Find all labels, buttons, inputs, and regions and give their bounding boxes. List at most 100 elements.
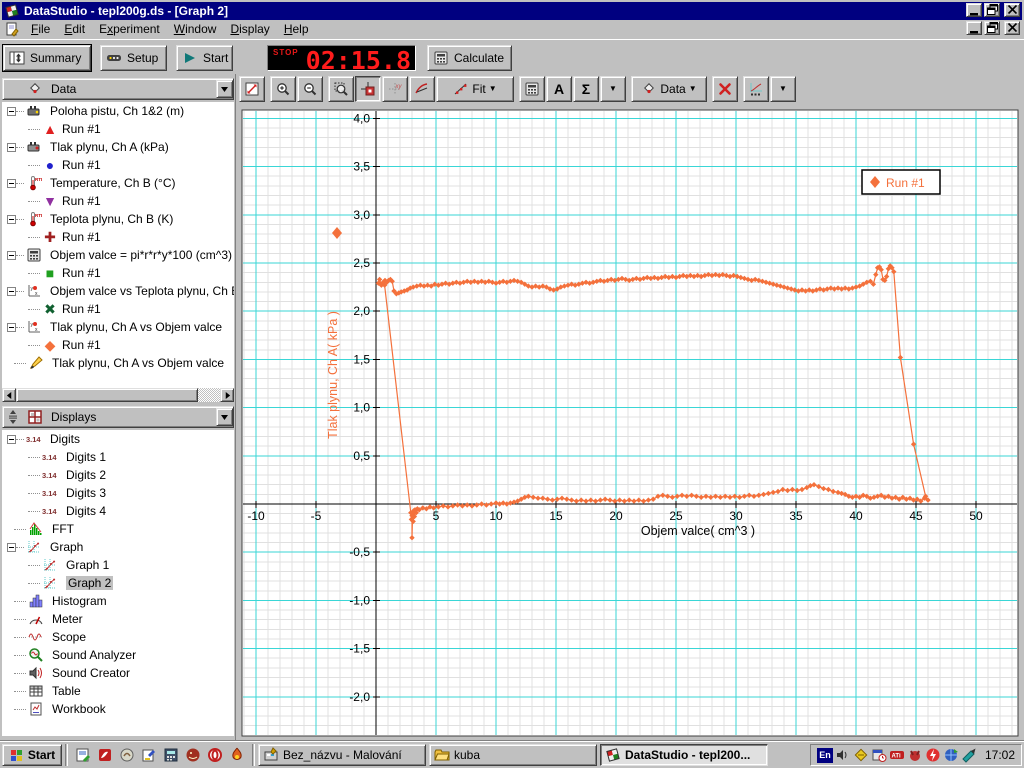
tray-devil-icon[interactable] (907, 747, 923, 763)
tray-scheduler-icon[interactable] (871, 747, 887, 763)
displays-tree-item[interactable]: 3.14 Digits (2, 430, 234, 448)
displays-tree-item[interactable]: Meter (2, 610, 234, 628)
displays-panel-header[interactable]: Displays (2, 406, 234, 428)
menu-display[interactable]: Display (223, 20, 276, 38)
displays-tree-item[interactable]: Workbook (2, 700, 234, 718)
setup-button[interactable]: Setup (100, 45, 167, 71)
graph-settings-menu-button[interactable]: ▼ (770, 75, 796, 102)
displays-tree-item[interactable]: 3.14 Digits 4 (2, 502, 234, 520)
scroll-left-arrow[interactable] (2, 388, 16, 402)
delete-button[interactable] (712, 75, 738, 102)
menu-edit[interactable]: Edit (57, 20, 92, 38)
calculator-button[interactable] (519, 75, 545, 102)
quick-launch-opera-icon[interactable] (207, 747, 223, 763)
data-panel-dropdown[interactable] (216, 80, 233, 98)
data-tree-item[interactable]: RTDTeplota plynu, Ch B (K) (2, 210, 234, 228)
displays-tree-item[interactable]: Graph 1 (2, 556, 234, 574)
data-tree-item[interactable]: ● Run #1 (2, 156, 234, 174)
xy-tool-button[interactable]: xy (382, 75, 408, 102)
tray-ati-icon[interactable]: ATi (889, 747, 905, 763)
zoom-in-button[interactable] (270, 75, 296, 102)
tray-globe-icon[interactable] (943, 747, 959, 763)
window-restore-button[interactable] (984, 2, 1000, 17)
task-button[interactable]: Bez_názvu - Malování (258, 744, 426, 766)
graph-display[interactable]: 4,0 3,5 3,0 2,5 2,0 1,5 1,0 0,5 -0,5 -1,0 -1,5 -2,0… (236, 103, 1024, 741)
displays-tree-item[interactable]: Graph (2, 538, 234, 556)
data-tree-item[interactable]: ◆ Run #1 (2, 336, 234, 354)
displays-tree-item[interactable]: Graph 2 (2, 574, 234, 592)
zoom-select-button[interactable] (328, 75, 354, 102)
menu-window[interactable]: Window (167, 20, 224, 38)
task-button[interactable]: kuba (429, 744, 597, 766)
expand-box[interactable] (7, 250, 16, 260)
quick-launch-writer-icon[interactable] (141, 747, 157, 763)
scroll-thumb[interactable] (16, 388, 198, 402)
document-restore-button[interactable] (984, 20, 1000, 35)
expand-box[interactable] (7, 434, 16, 444)
data-tree-hscrollbar[interactable] (2, 388, 234, 402)
displays-tree-item[interactable]: Table (2, 682, 234, 700)
expand-box[interactable] (7, 286, 16, 296)
tray-volume-icon[interactable] (835, 747, 851, 763)
start-menu-button[interactable]: Start (2, 744, 62, 766)
data-tree-item[interactable]: Objem valce = pi*r*r*y*100 (cm^3) (2, 246, 234, 264)
displays-tree-item[interactable]: FFT (2, 520, 234, 538)
data-menu-button[interactable]: Data ▼ (631, 75, 707, 102)
statistics-button[interactable]: Σ (573, 75, 599, 102)
data-tree-item[interactable]: ▲ Run #1 (2, 120, 234, 138)
statistics-menu-button[interactable]: ▼ (600, 75, 626, 102)
data-tree-item[interactable]: Poloha pistu, Ch 1&2 (m) (2, 102, 234, 120)
expand-box[interactable] (7, 322, 16, 332)
expand-box[interactable] (7, 142, 16, 152)
data-tree-item[interactable]: y x Tlak plynu, Ch A vs Objem valce (2, 318, 234, 336)
data-tree-item[interactable]: Tlak plynu, Ch A (kPa) (2, 138, 234, 156)
document-minimize-button[interactable] (966, 20, 982, 35)
tray-bee-icon[interactable] (853, 747, 869, 763)
graph-settings-button[interactable] (743, 75, 769, 102)
displays-tree-item[interactable]: 3.14 Digits 1 (2, 448, 234, 466)
expand-box[interactable] (7, 542, 16, 552)
graph-canvas[interactable]: 4,0 3,5 3,0 2,5 2,0 1,5 1,0 0,5 -0,5 -1,0 -1,5 -2,0… (236, 103, 1024, 741)
start-button[interactable]: Start (176, 45, 233, 71)
splitter-icon[interactable] (5, 409, 25, 425)
data-tree-item[interactable]: ✖ Run #1 (2, 300, 234, 318)
task-button[interactable]: DataStudio - tepl200... (600, 744, 768, 766)
quick-launch-notes-icon[interactable] (75, 747, 91, 763)
menu-file[interactable]: File (24, 20, 57, 38)
displays-panel-dropdown[interactable] (216, 408, 233, 426)
data-tree-item[interactable]: ▼ Run #1 (2, 192, 234, 210)
legend[interactable]: Run #1 (861, 169, 941, 195)
fit-menu-button[interactable]: Fit ▼ (436, 75, 514, 102)
data-tree-item[interactable]: Tlak plynu, Ch A vs Objem valce (2, 354, 234, 372)
expand-box[interactable] (7, 214, 16, 224)
quick-launch-flame-icon[interactable] (229, 747, 245, 763)
text-annotation-button[interactable]: A (546, 75, 572, 102)
menu-help[interactable]: Help (277, 20, 316, 38)
smart-tool-button[interactable] (355, 75, 381, 102)
data-panel-header[interactable]: Data (2, 78, 234, 100)
quick-launch-dragon-icon[interactable] (185, 747, 201, 763)
summary-button[interactable]: Summary (2, 44, 92, 72)
scroll-right-arrow[interactable] (220, 388, 234, 402)
language-indicator[interactable]: En (816, 747, 833, 763)
calculate-button[interactable]: Calculate (427, 45, 512, 71)
quick-launch-calc-blue-icon[interactable] (163, 747, 179, 763)
data-tree-item[interactable]: ■ Run #1 (2, 264, 234, 282)
displays-tree-item[interactable]: 3.14 Digits 3 (2, 484, 234, 502)
expand-box[interactable] (7, 106, 16, 116)
slope-tool-button[interactable] (409, 75, 435, 102)
tray-marker-icon[interactable] (961, 747, 977, 763)
expand-box[interactable] (7, 178, 16, 188)
window-close-button[interactable] (1004, 2, 1020, 17)
zoom-out-button[interactable] (297, 75, 323, 102)
displays-tree-item[interactable]: Scope (2, 628, 234, 646)
displays-tree-item[interactable]: 3.14 Digits 2 (2, 466, 234, 484)
document-close-button[interactable] (1004, 20, 1020, 35)
displays-tree-item[interactable]: Sound Creator (2, 664, 234, 682)
menu-experiment[interactable]: Experiment (92, 20, 167, 38)
displays-tree-item[interactable]: Sound Analyzer (2, 646, 234, 664)
data-tree-item[interactable]: RTDTemperature, Ch B (°C) (2, 174, 234, 192)
data-tree-item[interactable]: y x Objem valce vs Teplota plynu, Ch B (2, 282, 234, 300)
quick-launch-hand-icon[interactable] (119, 747, 135, 763)
displays-tree-item[interactable]: Histogram (2, 592, 234, 610)
